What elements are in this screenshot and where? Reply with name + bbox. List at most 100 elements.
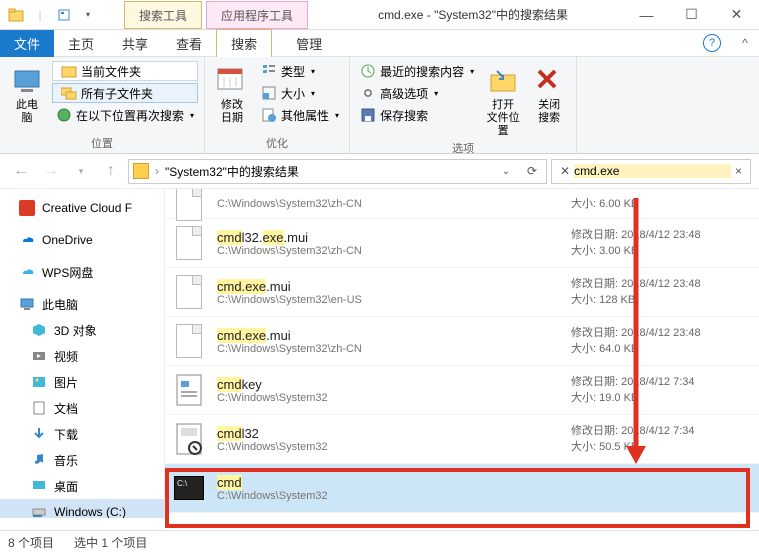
chevron-down-icon: ▾ — [311, 67, 315, 76]
search-input[interactable] — [574, 164, 731, 178]
sidebar-item-c-drive[interactable]: Windows (C:) — [0, 499, 164, 518]
result-filename: cmdl32 — [217, 426, 571, 441]
app-tools-tab-header: 应用程序工具 — [206, 1, 308, 29]
maximize-button[interactable]: ☐ — [669, 0, 714, 30]
status-bar: 8 个项目 选中 1 个项目 — [0, 530, 759, 554]
back-button[interactable]: ← — [8, 158, 34, 184]
refresh-button[interactable]: ⟳ — [522, 161, 542, 181]
result-info: cmdC:\Windows\System32 — [217, 475, 571, 502]
group-label-options: 选项 — [356, 138, 570, 158]
clear-search-button[interactable]: ✕ — [556, 164, 574, 178]
size-icon — [261, 85, 277, 101]
ribbon-tabs: 文件 主页 共享 查看 搜索 管理 ? ^ — [0, 30, 759, 56]
address-box[interactable]: › "System32"中的搜索结果 ⌄ ⟳ — [128, 159, 547, 184]
ribbon: 此电 脑 当前文件夹 所有子文件夹 在以下位置再次搜索▾ 位置 修改 日期 类型… — [0, 56, 759, 154]
sidebar-item-this-pc[interactable]: 此电脑 — [0, 291, 164, 317]
result-row[interactable]: cmd.exe.muiC:\Windows\System32\zh-CN修改日期… — [165, 317, 759, 366]
result-meta: 修改日期: 2018/4/12 23:48大小: 128 KB — [571, 276, 751, 308]
window-title: cmd.exe - "System32"中的搜索结果 — [312, 6, 624, 23]
quick-access-toolbar: | ▾ — [0, 5, 104, 25]
recent-searches-button[interactable]: 最近的搜索内容▾ — [356, 61, 478, 81]
result-path: C:\Windows\System32\zh-CN — [217, 198, 571, 210]
history-dropdown[interactable]: ▾ — [68, 158, 94, 184]
sidebar-item-documents[interactable]: 文档 — [0, 395, 164, 421]
save-icon — [360, 107, 376, 123]
result-row[interactable]: cmdl32C:\Windows\System32修改日期: 2018/4/12… — [165, 415, 759, 464]
sidebar-item-onedrive[interactable]: OneDrive — [0, 227, 164, 253]
help-icon[interactable]: ? — [703, 34, 721, 52]
result-info: cmdl32C:\Windows\System32 — [217, 426, 571, 453]
chevron-down-icon: ▾ — [470, 67, 474, 76]
result-path: C:\Windows\System32 — [217, 392, 571, 404]
main-area: Creative Cloud F OneDrive WPS网盘 此电脑 3D 对… — [0, 188, 759, 518]
save-search-button[interactable]: 保存搜索 — [356, 105, 478, 125]
forward-button[interactable]: → — [38, 158, 64, 184]
tab-search[interactable]: 搜索 — [216, 29, 272, 57]
folders-icon — [61, 85, 77, 101]
result-row[interactable]: C:\Windows\System32\zh-CN大小: 6.00 KB — [165, 189, 759, 219]
tab-share[interactable]: 共享 — [108, 30, 162, 57]
tab-home[interactable]: 主页 — [54, 30, 108, 57]
open-location-button[interactable]: 打开 文件位置 — [482, 61, 524, 138]
result-meta: 修改日期: 2018/4/12 7:34大小: 19.0 KB — [571, 374, 751, 406]
tab-file[interactable]: 文件 — [0, 30, 54, 57]
close-search-button[interactable]: 关闭 搜索 — [528, 61, 570, 138]
wps-cloud-icon — [18, 263, 36, 281]
result-path: C:\Windows\System32\zh-CN — [217, 245, 571, 257]
selected-count: 选中 1 个项目 — [74, 534, 147, 551]
result-row[interactable]: cmdkeyC:\Windows\System32修改日期: 2018/4/12… — [165, 366, 759, 415]
result-path: C:\Windows\System32 — [217, 490, 571, 502]
minimize-button[interactable]: — — [624, 0, 669, 30]
sidebar-item-desktop[interactable]: 桌面 — [0, 473, 164, 499]
item-count: 8 个项目 — [8, 534, 54, 551]
exe-icon — [173, 468, 205, 508]
result-row[interactable]: cmd.exe.muiC:\Windows\System32\en-US修改日期… — [165, 268, 759, 317]
contextual-tabs: 搜索工具 应用程序工具 — [124, 1, 312, 29]
app2-icon — [173, 419, 205, 459]
qat-chevron-icon[interactable]: ▾ — [78, 5, 98, 25]
open-folder-icon — [487, 65, 519, 97]
sidebar-item-downloads[interactable]: 下载 — [0, 421, 164, 447]
search-again-button[interactable]: 在以下位置再次搜索▾ — [52, 105, 198, 125]
address-bar: ← → ▾ ↑ › "System32"中的搜索结果 ⌄ ⟳ ✕ × — [0, 154, 759, 188]
sidebar-item-wps[interactable]: WPS网盘 — [0, 259, 164, 285]
collapse-ribbon-icon[interactable]: ^ — [731, 36, 759, 50]
result-row[interactable]: cmdl32.exe.muiC:\Windows\System32\zh-CN修… — [165, 219, 759, 268]
up-button[interactable]: ↑ — [98, 158, 124, 184]
sidebar-item-music[interactable]: 音乐 — [0, 447, 164, 473]
other-props-button[interactable]: 其他属性▾ — [257, 105, 343, 125]
result-filename: cmd — [217, 475, 571, 490]
close-button[interactable]: ✕ — [714, 0, 759, 30]
result-info: cmdkeyC:\Windows\System32 — [217, 377, 571, 404]
sidebar-item-3d[interactable]: 3D 对象 — [0, 317, 164, 343]
sidebar-item-creative-cloud[interactable]: Creative Cloud F — [0, 195, 164, 221]
all-subfolders-button[interactable]: 所有子文件夹 — [52, 83, 198, 103]
title-bar: | ▾ 搜索工具 应用程序工具 cmd.exe - "System32"中的搜索… — [0, 0, 759, 30]
current-folder-button[interactable]: 当前文件夹 — [52, 61, 198, 81]
qat-properties-icon[interactable] — [54, 5, 74, 25]
pc-icon — [11, 65, 43, 97]
advanced-options-button[interactable]: 高级选项▾ — [356, 83, 478, 103]
result-meta: 修改日期: 2018/4/12 7:34大小: 50.5 KB — [571, 423, 751, 455]
tab-view[interactable]: 查看 — [162, 30, 216, 57]
navigation-pane: Creative Cloud F OneDrive WPS网盘 此电脑 3D 对… — [0, 189, 165, 518]
kind-button[interactable]: 类型▾ — [257, 61, 343, 81]
close-x-icon — [533, 65, 565, 97]
sidebar-item-pictures[interactable]: 图片 — [0, 369, 164, 395]
sidebar-item-videos[interactable]: 视频 — [0, 343, 164, 369]
this-pc-button[interactable]: 此电 脑 — [6, 61, 48, 133]
3d-icon — [30, 321, 48, 339]
tab-manage[interactable]: 管理 — [282, 30, 336, 57]
search-tools-tab-header: 搜索工具 — [124, 1, 202, 29]
clear-search-x[interactable]: × — [731, 164, 746, 178]
ribbon-group-options: 最近的搜索内容▾ 高级选项▾ 保存搜索 打开 文件位置 关闭 搜索 选项 — [350, 57, 577, 153]
size-button[interactable]: 大小▾ — [257, 83, 343, 103]
modify-date-button[interactable]: 修改 日期 — [211, 61, 253, 133]
result-row[interactable]: cmdC:\Windows\System32 — [165, 464, 759, 513]
pc-icon — [18, 295, 36, 313]
address-dropdown[interactable]: ⌄ — [496, 161, 516, 181]
result-filename: cmd.exe.mui — [217, 279, 571, 294]
calendar-icon — [216, 65, 248, 97]
music-icon — [30, 451, 48, 469]
search-folder-icon — [133, 163, 149, 179]
